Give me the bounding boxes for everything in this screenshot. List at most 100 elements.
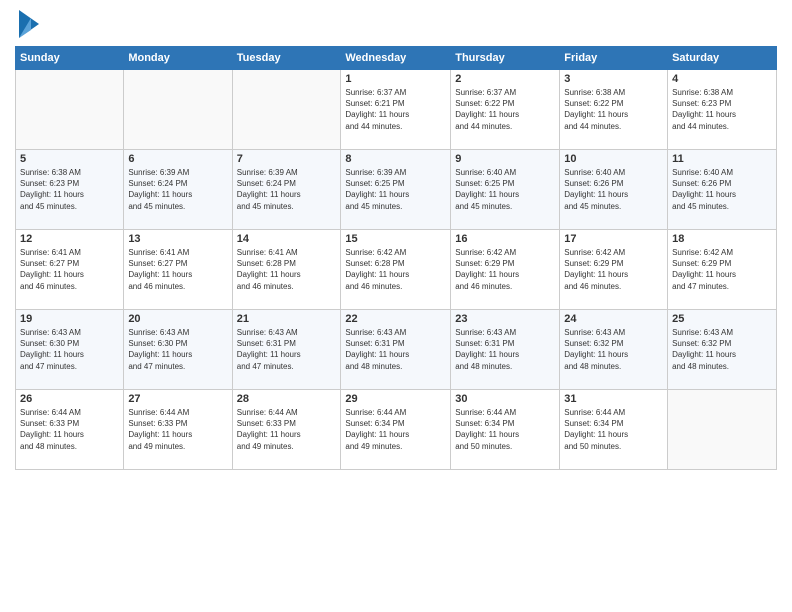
day-number: 3 bbox=[564, 73, 663, 85]
weekday-header: Tuesday bbox=[232, 47, 341, 70]
day-number: 11 bbox=[672, 153, 772, 165]
day-info: Sunrise: 6:43 AM Sunset: 6:32 PM Dayligh… bbox=[672, 327, 772, 372]
day-number: 31 bbox=[564, 393, 663, 405]
calendar-cell: 1 Sunrise: 6:37 AM Sunset: 6:21 PM Daylig… bbox=[341, 70, 451, 150]
calendar-cell: 29 Sunrise: 6:44 AM Sunset: 6:34 PM Dayli… bbox=[341, 390, 451, 470]
day-info: Sunrise: 6:44 AM Sunset: 6:34 PM Dayligh… bbox=[345, 407, 446, 452]
weekday-header: Sunday bbox=[16, 47, 124, 70]
calendar-week-row: 12 Sunrise: 6:41 AM Sunset: 6:27 PM Dayli… bbox=[16, 230, 777, 310]
day-info: Sunrise: 6:37 AM Sunset: 6:21 PM Dayligh… bbox=[345, 87, 446, 132]
day-info: Sunrise: 6:41 AM Sunset: 6:28 PM Dayligh… bbox=[237, 247, 337, 292]
weekday-row: SundayMondayTuesdayWednesdayThursdayFrid… bbox=[16, 47, 777, 70]
day-number: 25 bbox=[672, 313, 772, 325]
day-info: Sunrise: 6:38 AM Sunset: 6:23 PM Dayligh… bbox=[672, 87, 772, 132]
day-info: Sunrise: 6:40 AM Sunset: 6:26 PM Dayligh… bbox=[564, 167, 663, 212]
day-info: Sunrise: 6:44 AM Sunset: 6:34 PM Dayligh… bbox=[455, 407, 555, 452]
logo bbox=[15, 10, 39, 38]
calendar-cell: 5Sunrise: 6:38 AM Sunset: 6:23 PM Daylig… bbox=[16, 150, 124, 230]
calendar-cell: 12 Sunrise: 6:41 AM Sunset: 6:27 PM Dayli… bbox=[16, 230, 124, 310]
header bbox=[15, 10, 777, 38]
day-info: Sunrise: 6:44 AM Sunset: 6:33 PM Dayligh… bbox=[20, 407, 119, 452]
logo-icon bbox=[17, 10, 39, 38]
day-info: Sunrise: 6:44 AM Sunset: 6:33 PM Dayligh… bbox=[128, 407, 227, 452]
day-number: 23 bbox=[455, 313, 555, 325]
day-number: 6 bbox=[128, 153, 227, 165]
calendar-cell: 24Sunrise: 6:43 AM Sunset: 6:32 PM Dayli… bbox=[560, 310, 668, 390]
day-info: Sunrise: 6:43 AM Sunset: 6:31 PM Dayligh… bbox=[345, 327, 446, 372]
day-number: 17 bbox=[564, 233, 663, 245]
calendar-cell: 8Sunrise: 6:39 AM Sunset: 6:25 PM Daylig… bbox=[341, 150, 451, 230]
day-info: Sunrise: 6:42 AM Sunset: 6:29 PM Dayligh… bbox=[564, 247, 663, 292]
calendar-cell: 31 Sunrise: 6:44 AM Sunset: 6:34 PM Dayli… bbox=[560, 390, 668, 470]
day-number: 28 bbox=[237, 393, 337, 405]
calendar: SundayMondayTuesdayWednesdayThursdayFrid… bbox=[15, 46, 777, 470]
calendar-cell: 14 Sunrise: 6:41 AM Sunset: 6:28 PM Dayli… bbox=[232, 230, 341, 310]
calendar-cell: 25 Sunrise: 6:43 AM Sunset: 6:32 PM Dayli… bbox=[668, 310, 777, 390]
calendar-header: SundayMondayTuesdayWednesdayThursdayFrid… bbox=[16, 47, 777, 70]
day-info: Sunrise: 6:41 AM Sunset: 6:27 PM Dayligh… bbox=[20, 247, 119, 292]
day-info: Sunrise: 6:41 AM Sunset: 6:27 PM Dayligh… bbox=[128, 247, 227, 292]
calendar-cell: 13 Sunrise: 6:41 AM Sunset: 6:27 PM Dayli… bbox=[124, 230, 232, 310]
day-number: 29 bbox=[345, 393, 446, 405]
calendar-cell: 11Sunrise: 6:40 AM Sunset: 6:26 PM Dayli… bbox=[668, 150, 777, 230]
calendar-cell bbox=[232, 70, 341, 150]
calendar-cell bbox=[124, 70, 232, 150]
calendar-cell: 18 Sunrise: 6:42 AM Sunset: 6:29 PM Dayli… bbox=[668, 230, 777, 310]
calendar-cell: 2 Sunrise: 6:37 AM Sunset: 6:22 PM Daylig… bbox=[451, 70, 560, 150]
day-info: Sunrise: 6:43 AM Sunset: 6:31 PM Dayligh… bbox=[237, 327, 337, 372]
weekday-header: Monday bbox=[124, 47, 232, 70]
calendar-cell: 21 Sunrise: 6:43 AM Sunset: 6:31 PM Dayli… bbox=[232, 310, 341, 390]
day-number: 13 bbox=[128, 233, 227, 245]
page: SundayMondayTuesdayWednesdayThursdayFrid… bbox=[0, 0, 792, 612]
day-info: Sunrise: 6:37 AM Sunset: 6:22 PM Dayligh… bbox=[455, 87, 555, 132]
day-number: 2 bbox=[455, 73, 555, 85]
day-number: 5 bbox=[20, 153, 119, 165]
day-info: Sunrise: 6:43 AM Sunset: 6:32 PM Dayligh… bbox=[564, 327, 663, 372]
day-number: 26 bbox=[20, 393, 119, 405]
day-info: Sunrise: 6:38 AM Sunset: 6:22 PM Dayligh… bbox=[564, 87, 663, 132]
day-info: Sunrise: 6:42 AM Sunset: 6:28 PM Dayligh… bbox=[345, 247, 446, 292]
weekday-header: Friday bbox=[560, 47, 668, 70]
calendar-cell: 17 Sunrise: 6:42 AM Sunset: 6:29 PM Dayli… bbox=[560, 230, 668, 310]
day-number: 19 bbox=[20, 313, 119, 325]
calendar-cell bbox=[668, 390, 777, 470]
calendar-body: 1 Sunrise: 6:37 AM Sunset: 6:21 PM Daylig… bbox=[16, 70, 777, 470]
day-number: 12 bbox=[20, 233, 119, 245]
day-number: 20 bbox=[128, 313, 227, 325]
day-number: 4 bbox=[672, 73, 772, 85]
weekday-header: Thursday bbox=[451, 47, 560, 70]
day-number: 27 bbox=[128, 393, 227, 405]
day-number: 7 bbox=[237, 153, 337, 165]
weekday-header: Saturday bbox=[668, 47, 777, 70]
calendar-cell: 9 Sunrise: 6:40 AM Sunset: 6:25 PM Daylig… bbox=[451, 150, 560, 230]
day-number: 14 bbox=[237, 233, 337, 245]
calendar-cell: 15Sunrise: 6:42 AM Sunset: 6:28 PM Dayli… bbox=[341, 230, 451, 310]
day-number: 1 bbox=[345, 73, 446, 85]
calendar-week-row: 5Sunrise: 6:38 AM Sunset: 6:23 PM Daylig… bbox=[16, 150, 777, 230]
calendar-week-row: 26 Sunrise: 6:44 AM Sunset: 6:33 PM Dayli… bbox=[16, 390, 777, 470]
day-info: Sunrise: 6:42 AM Sunset: 6:29 PM Dayligh… bbox=[672, 247, 772, 292]
calendar-cell: 22 Sunrise: 6:43 AM Sunset: 6:31 PM Dayli… bbox=[341, 310, 451, 390]
day-info: Sunrise: 6:43 AM Sunset: 6:30 PM Dayligh… bbox=[128, 327, 227, 372]
day-info: Sunrise: 6:44 AM Sunset: 6:34 PM Dayligh… bbox=[564, 407, 663, 452]
calendar-cell: 16 Sunrise: 6:42 AM Sunset: 6:29 PM Dayli… bbox=[451, 230, 560, 310]
day-info: Sunrise: 6:39 AM Sunset: 6:24 PM Dayligh… bbox=[128, 167, 227, 212]
day-number: 22 bbox=[345, 313, 446, 325]
day-number: 9 bbox=[455, 153, 555, 165]
day-number: 18 bbox=[672, 233, 772, 245]
day-info: Sunrise: 6:39 AM Sunset: 6:24 PM Dayligh… bbox=[237, 167, 337, 212]
day-number: 10 bbox=[564, 153, 663, 165]
calendar-cell: 27 Sunrise: 6:44 AM Sunset: 6:33 PM Dayli… bbox=[124, 390, 232, 470]
day-number: 16 bbox=[455, 233, 555, 245]
calendar-cell: 7 Sunrise: 6:39 AM Sunset: 6:24 PM Daylig… bbox=[232, 150, 341, 230]
day-info: Sunrise: 6:43 AM Sunset: 6:30 PM Dayligh… bbox=[20, 327, 119, 372]
weekday-header: Wednesday bbox=[341, 47, 451, 70]
calendar-week-row: 19 Sunrise: 6:43 AM Sunset: 6:30 PM Dayli… bbox=[16, 310, 777, 390]
day-info: Sunrise: 6:40 AM Sunset: 6:25 PM Dayligh… bbox=[455, 167, 555, 212]
calendar-cell: 28Sunrise: 6:44 AM Sunset: 6:33 PM Dayli… bbox=[232, 390, 341, 470]
day-number: 21 bbox=[237, 313, 337, 325]
day-info: Sunrise: 6:42 AM Sunset: 6:29 PM Dayligh… bbox=[455, 247, 555, 292]
calendar-cell: 23Sunrise: 6:43 AM Sunset: 6:31 PM Dayli… bbox=[451, 310, 560, 390]
calendar-cell bbox=[16, 70, 124, 150]
calendar-cell: 30Sunrise: 6:44 AM Sunset: 6:34 PM Dayli… bbox=[451, 390, 560, 470]
